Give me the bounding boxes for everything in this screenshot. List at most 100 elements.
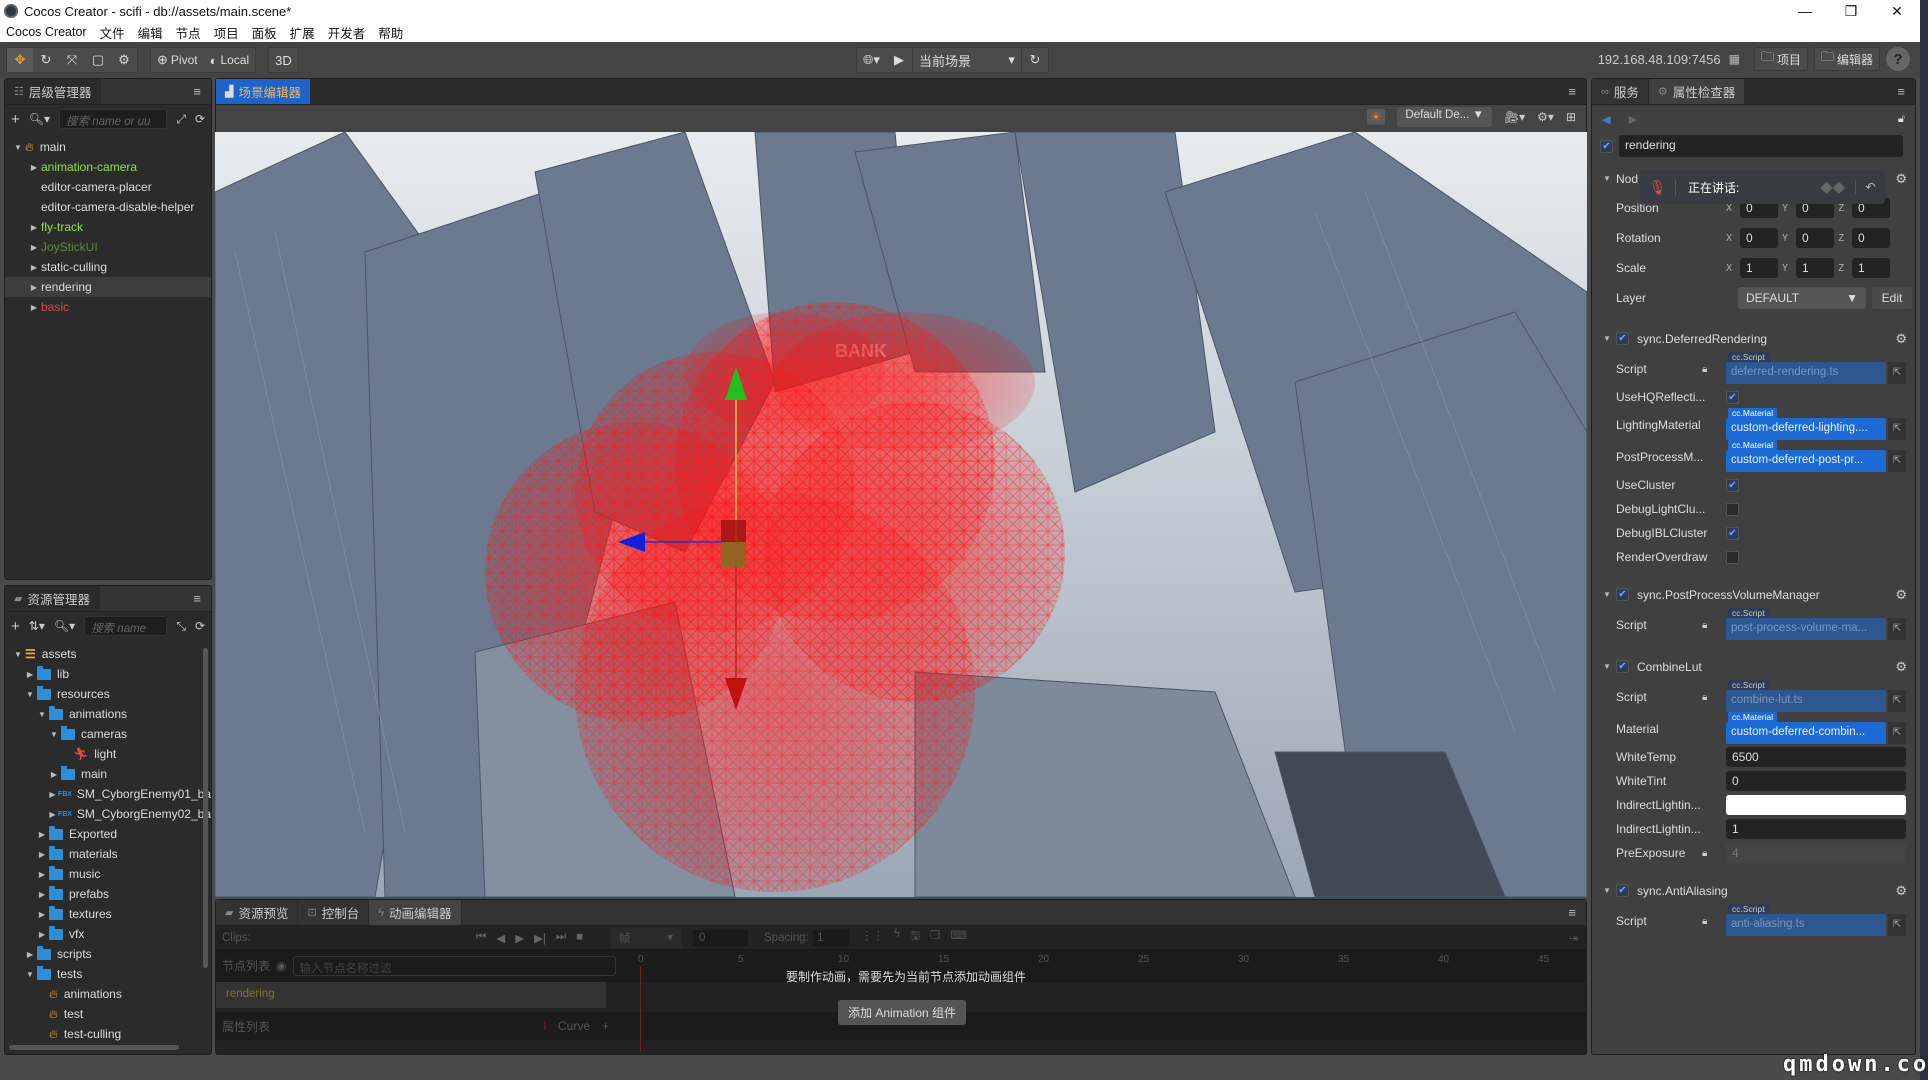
stop-button[interactable]: ■: [576, 931, 583, 945]
asset-picker-icon[interactable]: ⇱: [1888, 618, 1906, 640]
sort-icon[interactable]: ⇅▾: [29, 619, 45, 633]
menu-item-4[interactable]: 项目: [214, 23, 239, 42]
caret-right-icon[interactable]: ▶: [27, 303, 41, 312]
prev-frame-button[interactable]: ◀: [496, 931, 505, 945]
gizmo-settings-button[interactable]: ⚙▾: [1537, 110, 1554, 124]
save-icon[interactable]: 🖫︎: [910, 928, 920, 947]
caret-down-icon[interactable]: ▼: [23, 970, 37, 979]
asset-field[interactable]: cc.Script anti-aliasing.ts ⇱: [1726, 904, 1906, 936]
asset-field[interactable]: cc.Script combine-lut.ts ⇱: [1726, 680, 1906, 712]
caret-down-icon[interactable]: ▼: [11, 143, 25, 152]
assets-horizontal-scrollbar[interactable]: [9, 1045, 179, 1050]
copy-icon[interactable]: ❐: [930, 928, 940, 947]
asset-value[interactable]: combine-lut.ts: [1726, 690, 1886, 712]
rotation-y-input[interactable]: 0: [1796, 228, 1834, 248]
search-type-icon[interactable]: 🔍︎▾: [54, 619, 75, 633]
color-field[interactable]: [1726, 795, 1906, 815]
refresh-button[interactable]: ↻: [1022, 48, 1048, 72]
next-frame-button[interactable]: ▶|: [534, 931, 546, 945]
asset-value[interactable]: post-process-volume-ma...: [1726, 618, 1886, 640]
hierarchy-node[interactable]: ▶ animation-camera: [5, 157, 211, 177]
scale-x-input[interactable]: 1: [1740, 258, 1778, 278]
caret-right-icon[interactable]: ▶: [23, 670, 37, 679]
refresh-icon[interactable]: ⟳: [195, 112, 205, 126]
rotate-tool-button[interactable]: ↻: [33, 48, 59, 72]
asset-item[interactable]: ▶ FBX SM_CyborgEnemy01_ba: [5, 784, 211, 804]
property-checkbox[interactable]: ✔: [1726, 390, 1739, 404]
playhead[interactable]: [640, 966, 641, 1052]
panel-menu-icon[interactable]: ≡: [1568, 905, 1576, 920]
node-filter-input[interactable]: 输入节点名称过滤: [292, 955, 616, 976]
scene-viewport[interactable]: BANK: [215, 132, 1587, 897]
gear-icon[interactable]: ⚙: [1895, 587, 1907, 603]
caret-right-icon[interactable]: ▶: [35, 870, 49, 879]
local-button[interactable]: ◐ Local: [204, 48, 256, 72]
property-input[interactable]: 1: [1726, 819, 1906, 839]
open-project-button[interactable]: 🗀︎ 项目: [1753, 47, 1808, 71]
asset-field[interactable]: cc.Material custom-deferred-post-pr... ⇱: [1726, 440, 1906, 472]
bottom-tab-0[interactable]: ▰ 资源预览: [216, 900, 299, 925]
caret-right-icon[interactable]: ▶: [27, 223, 41, 232]
asset-item[interactable]: ▶ main: [5, 764, 211, 784]
gear-icon[interactable]: ⚙: [1895, 883, 1907, 899]
component-header[interactable]: ▼ ✔ CombineLut ⚙: [1592, 653, 1907, 681]
camera-settings-button[interactable]: 🎥︎▾: [1504, 110, 1525, 124]
scale-tool-button[interactable]: ⤧: [59, 48, 85, 72]
play-anim-button[interactable]: ▶: [515, 931, 524, 945]
close-button[interactable]: ✕: [1874, 0, 1920, 22]
component-enabled-checkbox[interactable]: ✔: [1616, 332, 1629, 345]
move-tool-button[interactable]: ✥: [7, 48, 33, 72]
caret-down-icon[interactable]: ▼: [35, 710, 49, 719]
add-asset-button[interactable]: +: [11, 618, 20, 635]
add-property-button[interactable]: +: [602, 1019, 609, 1033]
scene-select[interactable]: 当前场景 ▾: [911, 48, 1022, 72]
caret-right-icon[interactable]: ▶: [35, 830, 49, 839]
asset-picker-icon[interactable]: ⇱: [1888, 690, 1906, 712]
hierarchy-node[interactable]: ▶ static-culling: [5, 257, 211, 277]
history-back-button[interactable]: ◀: [1602, 113, 1610, 126]
3d-mode-button[interactable]: 3D: [269, 48, 298, 72]
panel-menu-icon[interactable]: ≡: [1568, 84, 1576, 99]
caret-down-icon[interactable]: ▼: [1600, 886, 1614, 895]
property-checkbox[interactable]: [1726, 550, 1739, 564]
asset-item[interactable]: ▼ ☰ assets: [5, 644, 211, 664]
panel-menu-icon[interactable]: ≡: [193, 591, 201, 606]
asset-item[interactable]: ▶ scripts: [5, 944, 211, 964]
gear-icon[interactable]: ⚙: [1895, 659, 1907, 675]
collapse-all-icon[interactable]: ⤡: [176, 619, 186, 634]
menu-item-0[interactable]: Cocos Creator: [6, 25, 87, 39]
asset-picker-icon[interactable]: ⇱: [1888, 450, 1906, 472]
node-active-checkbox[interactable]: ✔: [1600, 139, 1613, 153]
preview-ip-address[interactable]: 192.168.48.109:7456: [1598, 52, 1721, 67]
hierarchy-search-input[interactable]: 搜索 name or uu: [59, 109, 168, 129]
pivot-button[interactable]: ⊕ Pivot: [151, 48, 204, 72]
panel-menu-icon[interactable]: ≡: [1897, 84, 1905, 99]
rotation-x-input[interactable]: 0: [1740, 228, 1778, 248]
asset-item[interactable]: 🔥︎ animations: [5, 984, 211, 1004]
asset-value[interactable]: custom-deferred-combin...: [1726, 722, 1886, 744]
undo-icon[interactable]: ↶: [1855, 180, 1885, 194]
hierarchy-node[interactable]: editor-camera-placer: [5, 177, 211, 197]
asset-value[interactable]: deferred-rendering.ts: [1726, 362, 1886, 384]
minimize-button[interactable]: —: [1782, 0, 1828, 22]
asset-item[interactable]: ▼ cameras: [5, 724, 211, 744]
hierarchy-node[interactable]: ▼ 🔥︎ main: [5, 137, 211, 157]
node-name-input[interactable]: rendering: [1619, 135, 1903, 157]
tab-services[interactable]: ∞ 服务: [1592, 79, 1649, 104]
caret-right-icon[interactable]: ▶: [35, 850, 49, 859]
asset-item[interactable]: ▶ materials: [5, 844, 211, 864]
asset-item[interactable]: ▶ Exported: [5, 824, 211, 844]
caret-right-icon[interactable]: ▶: [27, 263, 41, 272]
camera-preset-select[interactable]: Default De... ▼: [1397, 107, 1492, 127]
caret-right-icon[interactable]: ▶: [47, 790, 58, 799]
preview-platform-button[interactable]: 🌐︎ ▾: [857, 48, 886, 72]
caret-down-icon[interactable]: ▼: [47, 730, 61, 739]
bottom-tab-1[interactable]: ⊡ 控制台: [298, 900, 370, 925]
caret-right-icon[interactable]: ▶: [35, 910, 49, 919]
asset-item[interactable]: ▶ FBX SM_CyborgEnemy02_ba: [5, 804, 211, 824]
grid-icon[interactable]: ⋮⋮: [861, 928, 884, 947]
caret-down-icon[interactable]: ▼: [11, 650, 25, 659]
jump-first-button[interactable]: ⏮: [476, 931, 486, 945]
assets-vertical-scrollbar[interactable]: [203, 648, 208, 968]
property-input[interactable]: 0: [1726, 771, 1906, 791]
